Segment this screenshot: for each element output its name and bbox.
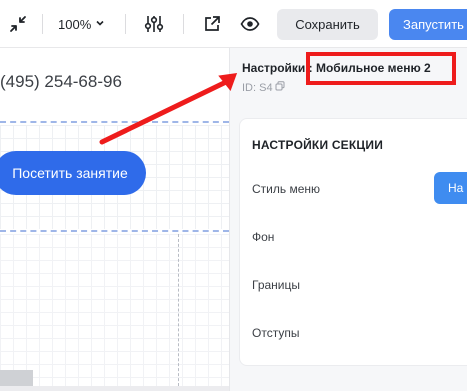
toolbar-divider [125,14,126,34]
editor-canvas[interactable]: (495) 254-68-96 Посетить занятие [0,48,229,391]
save-button[interactable]: Сохранить [277,9,378,40]
section-id-text: ID: S4 [242,81,273,94]
vertical-guide-line [178,234,179,391]
zoom-select[interactable]: 100% [58,14,105,34]
editor-window: 100% Сохранить Запустить (495) 254-68-96… [0,0,467,391]
sliders-icon[interactable] [143,13,165,35]
phone-number: (495) 254-68-96 [0,72,122,91]
section-id: ID: S4 [242,81,285,94]
eye-icon[interactable] [240,14,260,34]
section-boundary-bottom [0,230,229,232]
menu-style-button[interactable]: На [434,172,467,204]
collapse-arrows-icon[interactable] [8,14,28,34]
canvas-grid [0,234,229,391]
scrollbar-thumb[interactable] [0,370,33,386]
toolbar-divider [42,14,43,34]
top-toolbar: 100% Сохранить Запустить [0,0,467,48]
settings-panel: Настройки : Мобильное меню 2 ID: S4 НАСТ… [229,48,467,391]
zoom-value: 100% [58,16,92,32]
padding-label[interactable]: Отступы [252,326,299,340]
horizontal-scrollbar[interactable] [0,386,229,391]
annotation-highlight-box [306,52,456,85]
chevron-down-icon [95,18,105,31]
menu-style-label: Стиль меню [252,182,321,196]
external-link-icon[interactable] [202,14,222,34]
copy-icon[interactable] [275,81,285,94]
section-boundary-top [0,121,229,123]
visit-lesson-button[interactable]: Посетить занятие [0,151,146,195]
run-button[interactable]: Запустить [389,9,467,40]
background-label[interactable]: Фон [252,230,274,244]
toolbar-divider [183,14,184,34]
borders-label[interactable]: Границы [252,278,300,292]
section-settings-card: НАСТРОЙКИ СЕКЦИИ Стиль меню На Фон Грани… [239,118,467,366]
section-settings-title: НАСТРОЙКИ СЕКЦИИ [252,138,384,152]
